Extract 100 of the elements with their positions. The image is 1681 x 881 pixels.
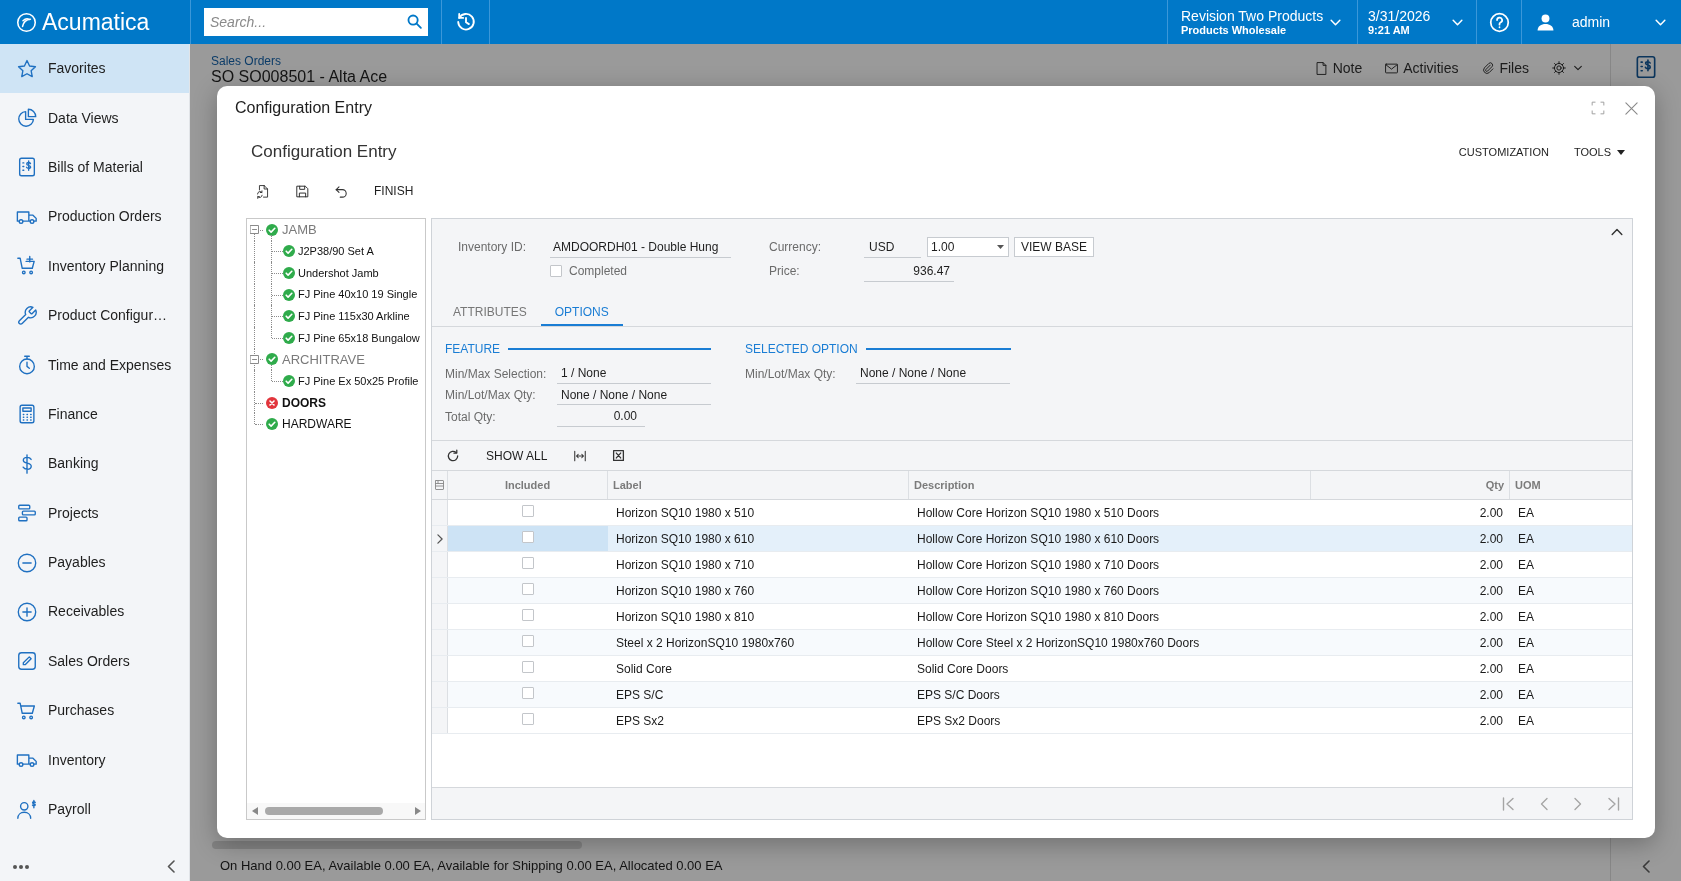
horizontal-scrollbar[interactable] <box>247 803 425 819</box>
sidebar-item[interactable]: Payables <box>0 537 189 588</box>
sidebar-item[interactable]: Purchases <box>0 686 189 736</box>
fit-columns-icon[interactable] <box>573 448 588 463</box>
close-icon[interactable] <box>1624 100 1639 116</box>
boxed-x-icon[interactable] <box>612 449 626 462</box>
tree-node[interactable]: FJ Pine 65x18 Bungalow <box>283 329 420 346</box>
sidebar-item[interactable]: Inventory Planning <box>0 241 189 291</box>
table-row[interactable]: Horizon SQ10 1980 x 510 Hollow Core Horizon SQ10 1980 x 510 Doors 2.00 EA <box>432 500 1632 526</box>
table-row[interactable]: EPS Sx2 EPS Sx2 Doors 2.00 EA <box>432 708 1632 734</box>
tree-node[interactable]: FJ Pine 115x30 Arkline <box>283 307 410 325</box>
table-settings-icon[interactable] <box>435 480 444 490</box>
refresh-icon[interactable] <box>446 448 460 463</box>
table-row[interactable]: Horizon SQ10 1980 x 610 Hollow Core Horizon SQ10 1980 x 610 Doors 2.00 EA <box>432 526 1632 552</box>
dropdown[interactable]: 1.00 <box>927 237 1009 257</box>
tab[interactable]: OPTIONS <box>540 297 623 326</box>
last-page-icon[interactable] <box>1608 796 1620 811</box>
show-all-button[interactable]: SHOW ALL <box>486 446 548 465</box>
view-base-button[interactable]: VIEW BASE <box>1014 237 1095 257</box>
input-field[interactable]: AMDOORDH01 - Double Hung <box>550 236 731 258</box>
table-row[interactable]: Steel x 2 HorizonSQ10 1980x760 Hollow Core Steel x 2 HorizonSQ10 1980x760 Doors 2.00 EA <box>432 630 1632 656</box>
first-page-icon[interactable] <box>1502 796 1514 811</box>
input-field[interactable]: None / None / None <box>856 363 1010 384</box>
checkbox[interactable] <box>522 531 534 543</box>
row-selector[interactable] <box>432 682 448 707</box>
input-field[interactable]: USD <box>864 236 921 258</box>
previous-page-icon[interactable] <box>1540 796 1548 811</box>
chevron-down-icon[interactable] <box>1573 63 1583 73</box>
sidebar-item[interactable]: Finance <box>0 389 189 440</box>
sidebar-item[interactable]: Time and Expenses <box>0 340 189 390</box>
scroll-left-icon[interactable] <box>252 807 258 815</box>
checkbox[interactable] <box>522 609 534 621</box>
tools-menu-button[interactable]: TOOLS <box>1573 143 1625 161</box>
column-header[interactable]: Description <box>909 471 1311 499</box>
text-button[interactable]: CUSTOMIZATION <box>1458 143 1549 161</box>
toolbar-button[interactable]: Activities <box>1384 58 1459 78</box>
checkbox[interactable] <box>522 687 534 699</box>
scroll-right-icon[interactable] <box>415 807 421 815</box>
tree-node[interactable]: DOORS <box>266 393 326 412</box>
tree-node[interactable]: FJ Pine 40x10 19 Single <box>283 286 418 303</box>
input-field[interactable]: 1 / None <box>557 363 711 384</box>
history-icon[interactable] <box>454 11 477 33</box>
row-selector[interactable] <box>432 578 448 603</box>
table-row[interactable]: Horizon SQ10 1980 x 710 Hollow Core Horizon SQ10 1980 x 710 Doors 2.00 EA <box>432 552 1632 578</box>
row-selector[interactable] <box>432 500 448 525</box>
tree-node[interactable]: FJ Pine Ex 50x25 Profile <box>283 372 419 390</box>
sidebar-item[interactable]: Bills of Material <box>0 142 189 193</box>
row-selector[interactable] <box>432 552 448 577</box>
row-selector[interactable] <box>432 526 448 551</box>
sidebar-item[interactable]: Banking <box>0 439 189 489</box>
table-row[interactable]: Solid Core Solid Core Doors 2.00 EA <box>432 656 1632 682</box>
sidebar-item[interactable]: Data Views <box>0 93 189 143</box>
help-icon[interactable] <box>1488 11 1510 33</box>
input-field[interactable]: 936.47 <box>864 260 954 282</box>
table-row[interactable]: Horizon SQ10 1980 x 810 Hollow Core Horizon SQ10 1980 x 810 Doors 2.00 EA <box>432 604 1632 630</box>
sidebar-item[interactable]: Payroll <box>0 784 189 835</box>
table-row[interactable]: EPS S/C EPS S/C Doors 2.00 EA <box>432 682 1632 708</box>
tree-node[interactable]: ARCHITRAVE <box>266 349 365 370</box>
checkbox[interactable] <box>522 505 534 517</box>
checkbox[interactable] <box>550 265 562 277</box>
maximize-icon[interactable] <box>1591 101 1605 115</box>
toolbar-button[interactable]: Note <box>1313 58 1363 78</box>
sidebar-item[interactable]: Product Configur… <box>0 290 189 341</box>
more-icon[interactable] <box>13 864 29 869</box>
row-selector[interactable] <box>432 630 448 655</box>
sidebar-item[interactable]: Favorites <box>0 44 189 94</box>
scrollbar-thumb[interactable] <box>265 807 383 815</box>
finish-button[interactable]: FINISH <box>374 182 414 200</box>
row-selector[interactable] <box>432 656 448 681</box>
checkbox[interactable] <box>522 557 534 569</box>
tree-node[interactable]: Undershot Jamb <box>283 264 379 282</box>
collapse-icon[interactable] <box>250 225 259 234</box>
breadcrumb-link[interactable]: Sales Orders <box>211 54 282 68</box>
chevron-up-icon[interactable] <box>1611 228 1623 236</box>
app-logo[interactable]: Acumatica <box>0 0 190 44</box>
tab[interactable]: ATTRIBUTES <box>439 297 541 326</box>
checkbox[interactable] <box>522 661 534 673</box>
row-selector[interactable] <box>432 604 448 629</box>
sidebar-item[interactable]: Inventory <box>0 735 189 785</box>
scrollbar-thumb[interactable] <box>212 841 582 849</box>
save-icon[interactable] <box>295 183 310 199</box>
undo-icon[interactable] <box>334 183 349 199</box>
next-page-icon[interactable] <box>1574 796 1582 811</box>
column-header[interactable]: Qty <box>1311 471 1510 499</box>
gear-icon[interactable] <box>1551 60 1567 76</box>
tree-node[interactable]: J2P38/90 Set A <box>283 243 374 260</box>
user-menu[interactable]: admin <box>1522 0 1681 44</box>
chevron-left-icon[interactable] <box>167 860 175 873</box>
sidebar-item[interactable]: Sales Orders <box>0 636 189 687</box>
checkbox[interactable] <box>522 713 534 725</box>
input-field[interactable]: 0.00 <box>557 406 645 427</box>
chevron-left-icon[interactable] <box>1642 860 1650 873</box>
sidebar-item[interactable]: Production Orders <box>0 192 189 242</box>
document-refresh-icon[interactable] <box>256 183 271 199</box>
toolbar-button[interactable]: Files <box>1480 58 1529 78</box>
column-header[interactable]: Included <box>448 471 608 499</box>
column-header[interactable]: UOM <box>1510 471 1632 499</box>
checkbox[interactable] <box>522 635 534 647</box>
checkbox[interactable] <box>522 583 534 595</box>
sidebar-item[interactable]: Projects <box>0 488 189 538</box>
